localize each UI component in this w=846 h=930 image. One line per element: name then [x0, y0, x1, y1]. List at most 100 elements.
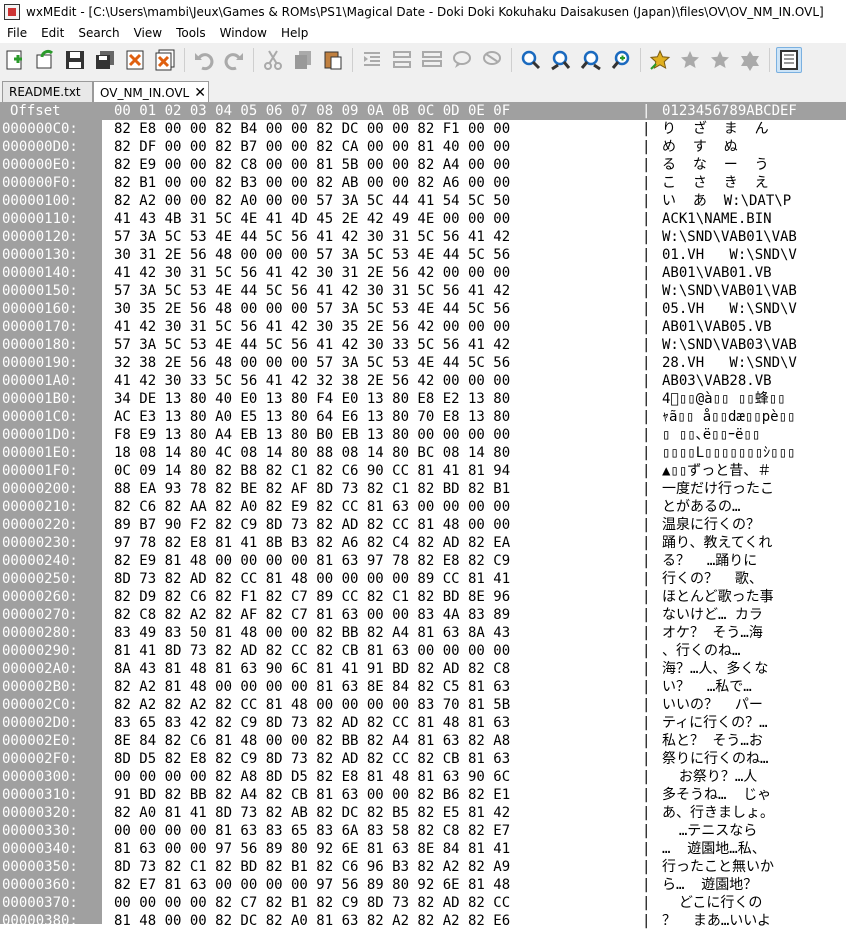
row-offset[interactable]: 000000D0:	[2, 138, 78, 156]
row-text[interactable]: ▲▯▯ずっと昔、＃	[662, 462, 771, 480]
row-hex-bytes[interactable]: 00 00 00 00 82 A8 8D D5 82 E8 81 48 81 6…	[114, 768, 510, 786]
row-hex-bytes[interactable]: 57 3A 5C 53 4E 44 5C 56 41 42 30 31 5C 5…	[114, 282, 510, 300]
row-text[interactable]: 海？…人、多くな	[662, 660, 768, 678]
row-text[interactable]: … 遊園地…私、	[662, 840, 766, 858]
row-offset[interactable]: 000001B0:	[2, 390, 78, 408]
row-offset[interactable]: 000000E0:	[2, 156, 78, 174]
menu-view[interactable]: View	[127, 24, 169, 43]
row-text[interactable]: 一度だけ行ったこ	[662, 480, 774, 498]
row-text[interactable]: 祭りに行くのね…	[662, 750, 768, 768]
row-offset[interactable]: 00000370:	[2, 894, 78, 912]
row-text[interactable]: ら… 遊園地？	[662, 876, 757, 894]
hex-view[interactable]: Offset 00 01 02 03 04 05 06 07 08 09 0A …	[0, 102, 846, 929]
row-text[interactable]: ▯ ▯▯､ë▯▯ｰë▯▯	[662, 426, 760, 444]
menu-file[interactable]: File	[0, 24, 34, 43]
close-all-button[interactable]	[152, 47, 178, 73]
row-offset[interactable]: 00000330:	[2, 822, 78, 840]
row-offset[interactable]: 00000100:	[2, 192, 78, 210]
save-all-button[interactable]	[92, 47, 118, 73]
row-offset[interactable]: 00000160:	[2, 300, 78, 318]
row-offset[interactable]: 000001F0:	[2, 462, 78, 480]
row-text[interactable]: W:\SND\VAB01\VAB	[662, 282, 797, 300]
row-text[interactable]: ACK1\NAME.BIN	[662, 210, 772, 228]
find-button[interactable]	[518, 47, 544, 73]
row-text[interactable]: ｬã▯▯ å▯▯dæ▯▯pè▯▯	[662, 408, 795, 426]
row-text[interactable]: お祭り？…人	[662, 768, 757, 786]
row-text[interactable]: る？ …踊りに	[662, 552, 757, 570]
row-text[interactable]: 4ﾞ▯▯@à▯▯ ▯▯蜂▯▯	[662, 390, 786, 408]
unindent-button[interactable]	[389, 47, 415, 73]
row-text[interactable]: いいの？ パー	[662, 696, 763, 714]
row-hex-bytes[interactable]: 00 00 00 00 81 63 83 65 83 6A 83 58 82 C…	[114, 822, 510, 840]
row-offset[interactable]: 00000230:	[2, 534, 78, 552]
row-hex-bytes[interactable]: 8A 43 81 48 81 63 90 6C 81 41 91 BD 82 A…	[114, 660, 510, 678]
redo-button[interactable]	[221, 47, 247, 73]
tab-ov-nm-in[interactable]: OV_NM_IN.OVL ✕	[93, 81, 209, 103]
row-offset[interactable]: 000000C0:	[2, 120, 78, 138]
row-text[interactable]: AB01\VAB05.VB	[662, 318, 772, 336]
row-text[interactable]: とがあるの…	[662, 498, 740, 516]
comment-button[interactable]	[419, 47, 445, 73]
tab-readme[interactable]: README.txt	[2, 81, 93, 102]
row-offset[interactable]: 00000250:	[2, 570, 78, 588]
row-hex-bytes[interactable]: 8D 73 82 AD 82 CC 81 48 00 00 00 00 89 C…	[114, 570, 510, 588]
indent-button[interactable]	[359, 47, 385, 73]
row-hex-bytes[interactable]: 82 E9 00 00 82 C8 00 00 81 5B 00 00 82 A…	[114, 156, 510, 174]
row-offset[interactable]: 00000270:	[2, 606, 78, 624]
row-text[interactable]: どこに行くの	[662, 894, 763, 912]
row-hex-bytes[interactable]: AC E3 13 80 A0 E5 13 80 64 E6 13 80 70 E…	[114, 408, 510, 426]
row-offset[interactable]: 00000220:	[2, 516, 78, 534]
row-offset[interactable]: 000002A0:	[2, 660, 78, 678]
row-offset[interactable]: 000002D0:	[2, 714, 78, 732]
row-hex-bytes[interactable]: 91 BD 82 BB 82 A4 82 CB 81 63 00 00 82 B…	[114, 786, 510, 804]
row-text[interactable]: め す ぬ	[662, 138, 738, 156]
menu-search[interactable]: Search	[71, 24, 126, 43]
row-hex-bytes[interactable]: 89 B7 90 F2 82 C9 8D 73 82 AD 82 CC 81 4…	[114, 516, 510, 534]
row-offset[interactable]: 000000F0:	[2, 174, 78, 192]
row-offset[interactable]: 00000130:	[2, 246, 78, 264]
row-text[interactable]: る な ー う	[662, 156, 769, 174]
row-hex-bytes[interactable]: 82 A2 81 48 00 00 00 00 81 63 8E 84 82 C…	[114, 678, 510, 696]
row-hex-bytes[interactable]: 32 38 2E 56 48 00 00 00 57 3A 5C 53 4E 4…	[114, 354, 510, 372]
row-hex-bytes[interactable]: 82 E9 81 48 00 00 00 00 81 63 97 78 82 E…	[114, 552, 510, 570]
menu-window[interactable]: Window	[213, 24, 274, 43]
row-hex-bytes[interactable]: 41 42 30 33 5C 56 41 42 32 38 2E 56 42 0…	[114, 372, 510, 390]
row-hex-bytes[interactable]: 81 48 00 00 82 DC 82 A0 81 63 82 A2 82 A…	[114, 912, 510, 930]
row-hex-bytes[interactable]: 34 DE 13 80 40 E0 13 80 F4 E0 13 80 E8 E…	[114, 390, 510, 408]
row-text[interactable]: 行ったこと無いか	[662, 858, 774, 876]
row-offset[interactable]: 00000340:	[2, 840, 78, 858]
row-hex-bytes[interactable]: 82 A0 81 41 8D 73 82 AB 82 DC 82 B5 82 E…	[114, 804, 510, 822]
row-offset[interactable]: 00000300:	[2, 768, 78, 786]
row-text[interactable]: り ざ ま ん	[662, 120, 769, 138]
row-hex-bytes[interactable]: 8D 73 82 C1 82 BD 82 B1 82 C6 96 B3 82 A…	[114, 858, 510, 876]
row-offset[interactable]: 000002C0:	[2, 696, 78, 714]
text-mode-button[interactable]	[776, 47, 802, 73]
uncomment-button[interactable]	[449, 47, 475, 73]
row-text[interactable]: い？ …私で…	[662, 678, 752, 696]
row-hex-bytes[interactable]: 57 3A 5C 53 4E 44 5C 56 41 42 30 33 5C 5…	[114, 336, 510, 354]
row-text[interactable]: 私と？ そう…お	[662, 732, 763, 750]
wordwrap-button[interactable]	[479, 47, 505, 73]
bookmark-prev-button[interactable]	[707, 47, 733, 73]
row-text[interactable]: AB01\VAB01.VB	[662, 264, 772, 282]
row-offset[interactable]: 000001E0:	[2, 444, 78, 462]
row-offset[interactable]: 000001A0:	[2, 372, 78, 390]
row-text[interactable]: ？ まあ…いいよ	[662, 912, 771, 930]
row-hex-bytes[interactable]: 81 41 8D 73 82 AD 82 CC 82 CB 81 63 00 0…	[114, 642, 510, 660]
menu-tools[interactable]: Tools	[169, 24, 213, 43]
row-offset[interactable]: 00000320:	[2, 804, 78, 822]
row-hex-bytes[interactable]: 30 35 2E 56 48 00 00 00 57 3A 5C 53 4E 4…	[114, 300, 510, 318]
tab-close-icon[interactable]: ✕	[194, 86, 206, 100]
row-offset[interactable]: 00000110:	[2, 210, 78, 228]
menu-help[interactable]: Help	[274, 24, 315, 43]
row-hex-bytes[interactable]: 82 E8 00 00 82 B4 00 00 82 DC 00 00 82 F…	[114, 120, 510, 138]
replace-button[interactable]	[608, 47, 634, 73]
row-text[interactable]: W:\SND\VAB03\VAB	[662, 336, 797, 354]
row-offset[interactable]: 00000180:	[2, 336, 78, 354]
row-hex-bytes[interactable]: 97 78 82 E8 81 41 8B B3 82 A6 82 C4 82 A…	[114, 534, 510, 552]
row-hex-bytes[interactable]: 18 08 14 80 4C 08 14 80 88 08 14 80 BC 0…	[114, 444, 510, 462]
row-hex-bytes[interactable]: 82 C6 82 AA 82 A0 82 E9 82 CC 81 63 00 0…	[114, 498, 510, 516]
find-next-button[interactable]	[548, 47, 574, 73]
row-text[interactable]: 温泉に行くの？	[662, 516, 760, 534]
row-text[interactable]: W:\SND\VAB01\VAB	[662, 228, 797, 246]
